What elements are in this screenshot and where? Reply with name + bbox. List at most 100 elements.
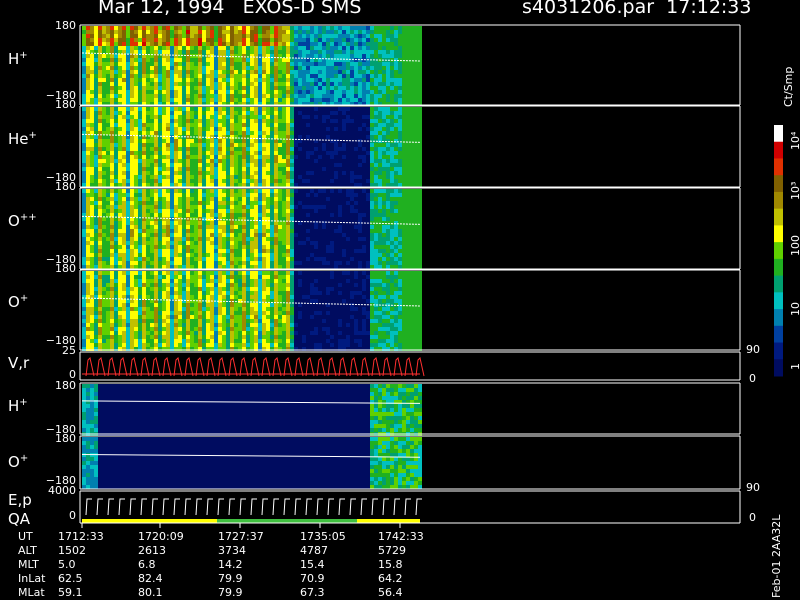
spectrogram-cell (306, 50, 310, 54)
spectrogram-cell (314, 237, 318, 241)
spectrogram-cell (374, 115, 378, 119)
spectrogram-cell (138, 86, 142, 90)
spectrogram-cell (218, 94, 222, 98)
spectrogram-cell (242, 237, 246, 241)
spectrogram-cell (402, 151, 406, 155)
spectrogram-cell (414, 42, 418, 46)
spectrogram-cell (162, 245, 166, 249)
spectrogram-cell (198, 111, 202, 115)
spectrogram-cell (238, 26, 242, 30)
spectrogram-cell (298, 119, 302, 123)
spectrogram-cell (362, 179, 366, 183)
spectrogram-cell (178, 42, 182, 46)
spectrogram-cell (182, 171, 186, 175)
spectrogram-cell (318, 30, 322, 34)
spectrogram-cell (354, 193, 358, 197)
spectrogram-cell (194, 66, 198, 70)
spectrogram-cell (330, 46, 334, 50)
spectrogram-cell (366, 86, 370, 90)
spectrogram-cell (334, 119, 338, 123)
spectrogram-cell (338, 86, 342, 90)
spectrogram-cell (150, 205, 154, 209)
spectrogram-cell (270, 189, 274, 193)
spectrogram-cell (286, 26, 290, 30)
spectrogram-cell (370, 46, 374, 50)
spectrogram-cell (82, 253, 86, 257)
spectrogram-cell (238, 205, 242, 209)
spectrogram-cell (310, 179, 314, 183)
spectrogram-cell (258, 119, 262, 123)
spectrogram-cell (290, 127, 294, 131)
spectrogram-cell (366, 26, 370, 30)
spectrogram-cell (302, 193, 306, 197)
spectrogram-cell (238, 249, 242, 253)
spectrogram-cell (310, 241, 314, 245)
spectrogram-cell (346, 213, 350, 217)
spectrogram-cell (378, 107, 382, 111)
spectrogram-cell (162, 107, 166, 111)
spectrogram-cell (230, 183, 234, 187)
spectrogram-cell (182, 147, 186, 151)
spectrogram-cell (398, 46, 402, 50)
spectrogram-cell (370, 147, 374, 151)
spectrogram-cell (334, 135, 338, 139)
spectrogram-cell (82, 265, 86, 269)
spectrogram-cell (346, 229, 350, 233)
spectrogram-cell (394, 38, 398, 42)
spectrogram-cell (370, 151, 374, 155)
spectrogram-cell (270, 78, 274, 82)
spectrogram-cell (366, 74, 370, 78)
spectrogram-cell (314, 261, 318, 265)
spectrogram-cell (126, 90, 130, 94)
spectrogram-cell (358, 167, 362, 171)
spectrogram-cell (330, 261, 334, 265)
spectrogram-cell (238, 42, 242, 46)
spectrogram-cell (310, 30, 314, 34)
spectrogram-cell (242, 245, 246, 249)
spectrogram-cell (358, 115, 362, 119)
spectrogram-cell (226, 42, 230, 46)
spectrogram-cell (374, 50, 378, 54)
spectrogram-cell (174, 167, 178, 171)
spectrogram-cell (214, 241, 218, 245)
spectrogram-cell (174, 233, 178, 237)
spectrogram-cell (274, 70, 278, 74)
spectrogram-cell (314, 233, 318, 237)
spectrogram-cell (414, 163, 418, 167)
spectrogram-cell (354, 50, 358, 54)
spectrogram-cell (86, 237, 90, 241)
spectrogram-cell (194, 205, 198, 209)
spectrogram-cell (86, 143, 90, 147)
spectrogram-cell (190, 58, 194, 62)
spectrogram-cell (182, 86, 186, 90)
spectrogram-cell (126, 245, 130, 249)
spectrogram-cell (322, 175, 326, 179)
spectrogram-cell (350, 249, 354, 253)
spectrogram-cell (330, 38, 334, 42)
spectrogram-cell (314, 205, 318, 209)
spectrogram-cell (166, 151, 170, 155)
spectrogram-cell (302, 115, 306, 119)
spectrogram-cell (254, 155, 258, 159)
spectrogram-cell (346, 38, 350, 42)
spectrogram-cell (330, 217, 334, 221)
spectrogram-cell (94, 26, 98, 30)
spectrogram-cell (258, 159, 262, 163)
spectrogram-cell (166, 111, 170, 115)
spectrogram-cell (330, 159, 334, 163)
spectrogram-cell (250, 175, 254, 179)
spectrogram-cell (410, 135, 414, 139)
spectrogram-cell (350, 261, 354, 265)
spectrogram-cell (290, 131, 294, 135)
spectrogram-cell (262, 209, 266, 213)
spectrogram-cell (254, 197, 258, 201)
spectrogram-cell (142, 38, 146, 42)
spectrogram-cell (170, 171, 174, 175)
spectrogram-cell (350, 115, 354, 119)
spectrogram-cell (242, 82, 246, 86)
spectrogram-cell (338, 54, 342, 58)
spectrogram-cell (334, 127, 338, 131)
spectrogram-cell (390, 54, 394, 58)
spectrogram-cell (166, 82, 170, 86)
spectrogram-cell (366, 159, 370, 163)
